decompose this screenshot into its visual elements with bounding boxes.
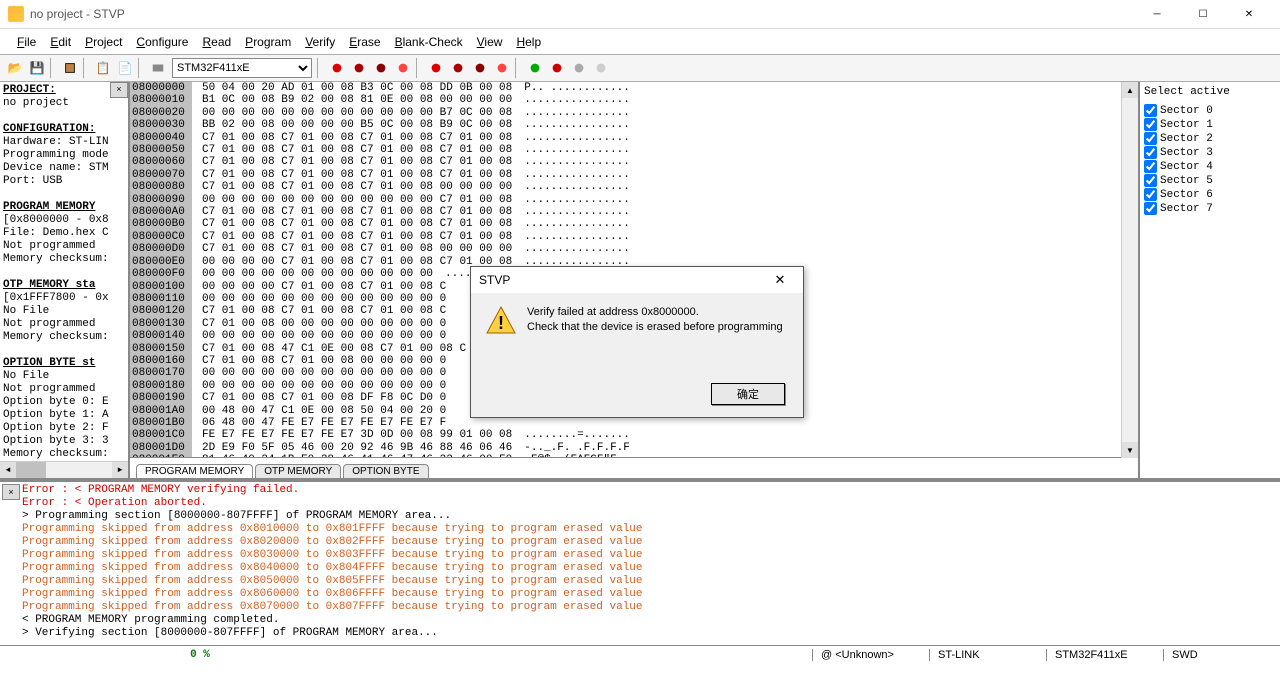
menu-edit[interactable]: Edit [43, 33, 78, 51]
sector-1-label: Sector 1 [1160, 119, 1213, 131]
sector-6-label: Sector 6 [1160, 189, 1213, 201]
progress-text: 0 % [0, 649, 400, 661]
device-select[interactable]: STM32F411xE [172, 58, 312, 78]
log-close-icon[interactable]: × [2, 484, 20, 500]
menu-program[interactable]: Program [238, 33, 298, 51]
dialog-title: STVP [479, 273, 510, 287]
menu-project[interactable]: Project [78, 33, 129, 51]
blank-icon[interactable] [591, 58, 611, 78]
menu-read[interactable]: Read [195, 33, 238, 51]
sector-3-checkbox[interactable] [1144, 146, 1157, 159]
sector-7-checkbox[interactable] [1144, 202, 1157, 215]
sector-2-label: Sector 2 [1160, 133, 1213, 145]
chip-icon[interactable] [60, 58, 80, 78]
menu-help[interactable]: Help [509, 33, 548, 51]
verify2-icon[interactable] [547, 58, 567, 78]
sector-label: Select active [1144, 86, 1276, 98]
paste-icon[interactable]: 📄 [115, 58, 135, 78]
status-link: ST-LINK [929, 649, 1046, 661]
maximize-button[interactable]: ☐ [1180, 0, 1226, 28]
window-title: no project - STVP [30, 7, 1134, 21]
menu-blank-check[interactable]: Blank-Check [388, 33, 470, 51]
sector-7-label: Sector 7 [1160, 203, 1213, 215]
scroll-up-icon[interactable]: ▲ [1122, 82, 1138, 98]
scroll-thumb[interactable] [16, 462, 46, 478]
log-panel: × Error : < PROGRAM MEMORY verifying fai… [0, 480, 1280, 645]
sector-4-label: Sector 4 [1160, 161, 1213, 173]
memory-tabs: PROGRAM MEMORYOTP MEMORYOPTION BYTE [130, 457, 1138, 478]
menu-erase[interactable]: Erase [342, 33, 387, 51]
read2-icon[interactable] [349, 58, 369, 78]
sector-4-checkbox[interactable] [1144, 160, 1157, 173]
toolbar: 📂 💾 📋 📄 STM32F411xE [0, 54, 1280, 82]
dialog-line1: Verify failed at address 0x8000000. [527, 305, 783, 320]
menu-verify[interactable]: Verify [298, 33, 342, 51]
sector-0-label: Sector 0 [1160, 105, 1213, 117]
app-icon [8, 6, 24, 22]
copy-icon[interactable]: 📋 [93, 58, 113, 78]
panel-close-icon[interactable]: × [110, 82, 128, 98]
open-icon[interactable]: 📂 [5, 58, 25, 78]
verify-icon[interactable] [525, 58, 545, 78]
prog-all-icon[interactable] [492, 58, 512, 78]
read-icon[interactable] [327, 58, 347, 78]
sector-panel: Select active Sector 0 Sector 1 Sector 2 Se… [1138, 82, 1280, 478]
prog-icon[interactable] [426, 58, 446, 78]
scroll-left-icon[interactable]: ◄ [0, 462, 16, 478]
menu-view[interactable]: View [470, 33, 510, 51]
sector-5-label: Sector 5 [1160, 175, 1213, 187]
warning-icon: ! [485, 305, 517, 337]
menubar: FileEditProjectConfigureReadProgramVerif… [0, 29, 1280, 54]
dialog-close-icon[interactable]: ✕ [765, 272, 795, 288]
tab-option-byte[interactable]: OPTION BYTE [343, 464, 428, 478]
project-panel: × PROJECT: no project CONFIGURATION: Har… [0, 82, 130, 478]
scroll-down-icon[interactable]: ▼ [1122, 442, 1138, 458]
menu-configure[interactable]: Configure [129, 33, 195, 51]
close-button[interactable]: ✕ [1226, 0, 1272, 28]
error-dialog: STVP ✕ ! Verify failed at address 0x8000… [470, 266, 804, 418]
prog2-icon[interactable] [448, 58, 468, 78]
dialog-titlebar: STVP ✕ [471, 267, 803, 293]
status-device: STM32F411xE [1046, 649, 1163, 661]
sector-6-checkbox[interactable] [1144, 188, 1157, 201]
titlebar: no project - STVP ─ ☐ ✕ [0, 0, 1280, 29]
sector-5-checkbox[interactable] [1144, 174, 1157, 187]
tab-otp-memory[interactable]: OTP MEMORY [255, 464, 341, 478]
status-mode: SWD [1163, 649, 1280, 661]
prog3-icon[interactable] [470, 58, 490, 78]
read3-icon[interactable] [371, 58, 391, 78]
dialog-message: Verify failed at address 0x8000000. Chec… [527, 305, 783, 337]
svg-text:!: ! [498, 313, 504, 333]
tab-program-memory[interactable]: PROGRAM MEMORY [136, 464, 253, 478]
config-icon[interactable] [148, 58, 168, 78]
statusbar: 0 % @ <Unknown> ST-LINK STM32F411xE SWD [0, 645, 1280, 664]
read-all-icon[interactable] [393, 58, 413, 78]
minimize-button[interactable]: ─ [1134, 0, 1180, 28]
menu-file[interactable]: File [10, 33, 43, 51]
ok-button[interactable]: 确定 [711, 383, 785, 405]
erase-icon[interactable] [569, 58, 589, 78]
dialog-line2: Check that the device is erased before p… [527, 320, 783, 335]
sector-1-checkbox[interactable] [1144, 118, 1157, 131]
left-hscroll[interactable]: ◄ ► [0, 461, 128, 478]
sector-3-label: Sector 3 [1160, 147, 1213, 159]
scroll-right-icon[interactable]: ► [112, 462, 128, 478]
sector-2-checkbox[interactable] [1144, 132, 1157, 145]
save-icon[interactable]: 💾 [27, 58, 47, 78]
sector-0-checkbox[interactable] [1144, 104, 1157, 117]
status-target: @ <Unknown> [812, 649, 929, 661]
log-output[interactable]: Error : < PROGRAM MEMORY verifying faile… [20, 482, 1280, 645]
vscroll[interactable]: ▲ ▼ [1121, 82, 1138, 458]
